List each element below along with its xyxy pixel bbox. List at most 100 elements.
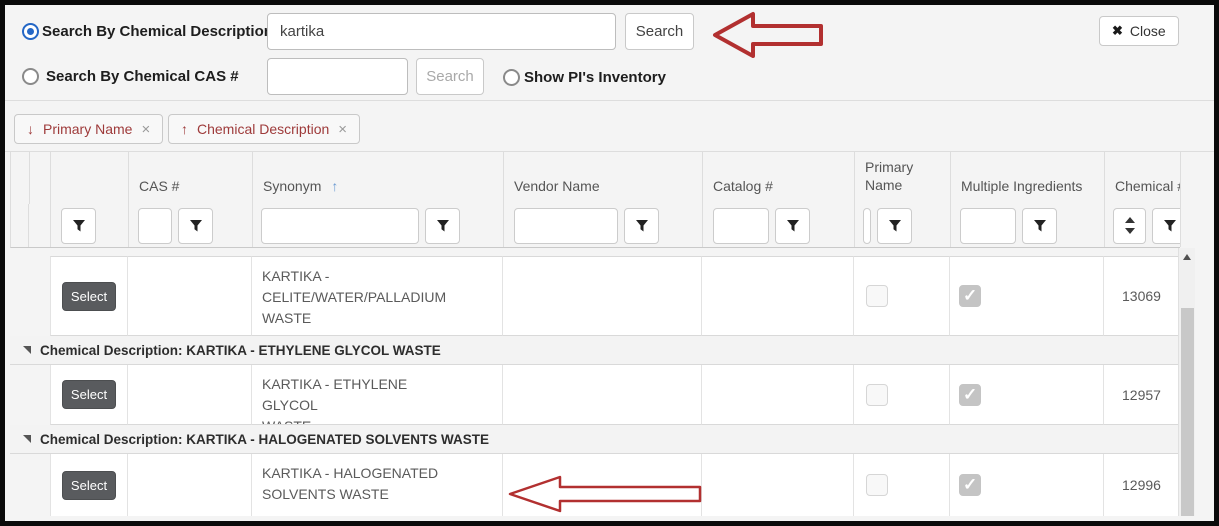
search-by-cas-radio[interactable] bbox=[22, 68, 39, 85]
filter-cell-catalog bbox=[703, 204, 855, 247]
filter-icon[interactable] bbox=[178, 208, 213, 244]
filter-cell-primary-name bbox=[855, 204, 951, 247]
synonym-cell: KARTIKA - CELITE/WATER/PALLADIUM WASTE bbox=[252, 256, 503, 336]
select-button[interactable]: Select bbox=[62, 380, 116, 409]
chemical-number-cell: 12957 bbox=[1104, 365, 1180, 425]
spinner-up-icon[interactable] bbox=[1125, 217, 1135, 223]
sort-ascending-icon: ↑ bbox=[181, 121, 188, 137]
close-button-label: Close bbox=[1130, 23, 1166, 39]
show-pi-inventory-radio[interactable] bbox=[503, 69, 520, 86]
search-by-description-label: Search By Chemical Description bbox=[42, 23, 273, 40]
vendor-filter-input[interactable] bbox=[514, 208, 618, 244]
select-cell: Select bbox=[50, 365, 128, 425]
primary-name-cell bbox=[854, 454, 950, 516]
multiple-ingredients-cell bbox=[950, 365, 1104, 425]
group-header-row[interactable]: Chemical Description: KARTIKA - ETHYLENE… bbox=[10, 336, 1180, 365]
select-button[interactable]: Select bbox=[62, 282, 116, 311]
cas-filter-input[interactable] bbox=[138, 208, 172, 244]
catalog-cell bbox=[702, 256, 854, 336]
close-button[interactable]: ✖ Close bbox=[1099, 16, 1179, 46]
primary-name-filter-stub[interactable] bbox=[863, 208, 871, 244]
scroll-up-icon bbox=[1183, 254, 1191, 260]
column-header-multiple-ingredients[interactable]: Multiple Ingredients bbox=[951, 152, 1105, 204]
vendor-cell bbox=[503, 365, 702, 425]
remove-sort-icon[interactable]: × bbox=[338, 121, 347, 138]
group-header-row[interactable]: Chemical Description: KARTIKA - HALOGENA… bbox=[10, 425, 1180, 454]
multiple-ingredients-filter-input[interactable] bbox=[960, 208, 1016, 244]
sort-chip-label: Chemical Description bbox=[197, 121, 329, 137]
chemical-number-cell: 12996 bbox=[1104, 454, 1180, 516]
primary-name-cell bbox=[854, 256, 950, 336]
sort-chip-chemical-description[interactable]: ↑ Chemical Description × bbox=[168, 114, 360, 144]
catalog-filter-input[interactable] bbox=[713, 208, 769, 244]
synonym-filter-input[interactable] bbox=[261, 208, 419, 244]
filter-cell-group bbox=[29, 204, 51, 247]
collapse-group-icon[interactable] bbox=[23, 346, 31, 354]
search-by-description-radio[interactable] bbox=[22, 23, 39, 40]
cas-search-button[interactable]: Search bbox=[416, 58, 484, 95]
filter-cell-select bbox=[51, 204, 129, 247]
filter-cell-synonym bbox=[253, 204, 504, 247]
chemical-search-window: Search By Chemical Description Search Se… bbox=[0, 0, 1219, 526]
sort-descending-icon: ↓ bbox=[27, 121, 34, 137]
red-arrow-annotation-bottom bbox=[506, 474, 704, 514]
filter-icon[interactable] bbox=[624, 208, 659, 244]
search-panel: Search By Chemical Description Search Se… bbox=[0, 0, 1219, 101]
sort-chip-primary-name[interactable]: ↓ Primary Name × bbox=[14, 114, 163, 144]
close-icon: ✖ bbox=[1112, 23, 1123, 39]
filter-icon[interactable] bbox=[775, 208, 810, 244]
cas-cell bbox=[128, 256, 252, 336]
vendor-cell bbox=[503, 256, 702, 336]
select-cell: Select bbox=[50, 256, 128, 336]
scrollbar-thumb[interactable] bbox=[1181, 308, 1194, 516]
column-header-catalog[interactable]: Catalog # bbox=[703, 152, 855, 204]
description-search-input[interactable] bbox=[267, 13, 616, 50]
grid-header-row: CAS # Synonym↑ Vendor Name Catalog # Pri… bbox=[10, 152, 1180, 204]
multiple-ingredients-checkbox[interactable] bbox=[959, 474, 981, 496]
column-header-spacer bbox=[11, 152, 30, 204]
number-spinner[interactable] bbox=[1113, 208, 1146, 244]
cas-search-input[interactable] bbox=[267, 58, 408, 95]
filter-icon[interactable] bbox=[1022, 208, 1057, 244]
filter-icon[interactable] bbox=[425, 208, 460, 244]
description-search-button[interactable]: Search bbox=[625, 13, 694, 50]
column-header-primary-name[interactable]: Primary Name bbox=[855, 152, 951, 204]
table-row: Select KARTIKA - ETHYLENE GLYCOL WASTE 1… bbox=[10, 365, 1180, 425]
catalog-cell bbox=[702, 365, 854, 425]
column-header-chemical-number[interactable]: Chemical # bbox=[1105, 152, 1181, 204]
select-button[interactable]: Select bbox=[62, 471, 116, 500]
cas-cell bbox=[128, 454, 252, 516]
vertical-scrollbar[interactable] bbox=[1178, 248, 1195, 516]
synonym-cell: KARTIKA - ETHYLENE GLYCOL WASTE bbox=[252, 365, 503, 425]
filter-icon[interactable] bbox=[1152, 208, 1181, 244]
multiple-ingredients-cell bbox=[950, 454, 1104, 516]
grid-filter-row bbox=[10, 204, 1180, 248]
column-header-cas[interactable]: CAS # bbox=[129, 152, 253, 204]
filter-icon[interactable] bbox=[61, 208, 96, 244]
primary-name-checkbox[interactable] bbox=[866, 285, 888, 307]
synonym-cell: KARTIKA - HALOGENATED SOLVENTS WASTE bbox=[252, 454, 503, 516]
sort-chip-bar: ↓ Primary Name × ↑ Chemical Description … bbox=[0, 101, 1219, 152]
red-arrow-annotation-top bbox=[711, 10, 825, 60]
multiple-ingredients-checkbox[interactable] bbox=[959, 285, 981, 307]
multiple-ingredients-checkbox[interactable] bbox=[959, 384, 981, 406]
chemical-number-cell: 13069 bbox=[1104, 256, 1180, 336]
filter-icon[interactable] bbox=[877, 208, 912, 244]
table-row: Select KARTIKA - CELITE/WATER/PALLADIUM … bbox=[10, 256, 1180, 336]
sort-ascending-icon: ↑ bbox=[331, 178, 338, 194]
column-header-group bbox=[29, 152, 51, 204]
column-header-vendor-name[interactable]: Vendor Name bbox=[504, 152, 703, 204]
filter-cell-cas bbox=[129, 204, 253, 247]
primary-name-checkbox[interactable] bbox=[866, 474, 888, 496]
filter-cell-spacer bbox=[11, 204, 29, 247]
collapse-group-icon[interactable] bbox=[23, 435, 31, 443]
primary-name-checkbox[interactable] bbox=[866, 384, 888, 406]
scroll-up-button[interactable] bbox=[1179, 248, 1195, 265]
filter-cell-vendor bbox=[504, 204, 703, 247]
multiple-ingredients-cell bbox=[950, 256, 1104, 336]
filter-cell-multiple-ingredients bbox=[951, 204, 1105, 247]
spinner-down-icon[interactable] bbox=[1125, 228, 1135, 234]
remove-sort-icon[interactable]: × bbox=[141, 121, 150, 138]
column-header-synonym[interactable]: Synonym↑ bbox=[253, 152, 504, 204]
select-cell: Select bbox=[50, 454, 128, 516]
